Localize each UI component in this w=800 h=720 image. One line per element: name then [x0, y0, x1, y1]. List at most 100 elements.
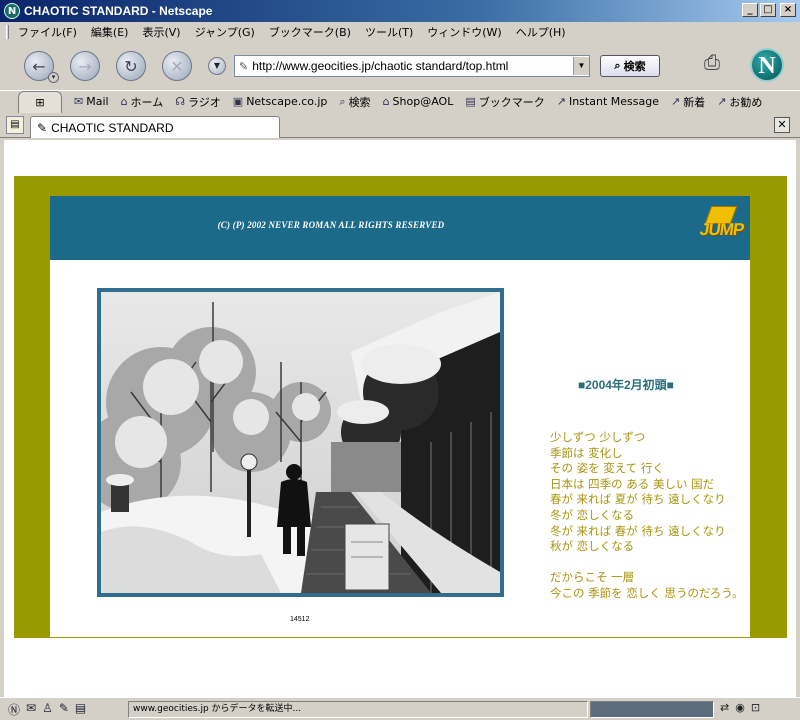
status-bar: Ⓝ ✉ ♙ ✎ ▤ www.geocities.jp からデータを転送中... …: [0, 697, 800, 720]
bookmark-icon: ▤: [465, 95, 476, 108]
search-button[interactable]: ⌕ 検索: [600, 55, 660, 77]
sidebar-toggle-icon[interactable]: ▤: [6, 116, 24, 134]
olive-frame: (C) (P) 2002 NEVER ROMAN ALL RIGHTS RESE…: [14, 176, 787, 638]
snow-scene-image: [101, 292, 500, 593]
jump-logo-text: JUMP: [698, 220, 745, 239]
poem-spacer: [550, 555, 744, 571]
toolbar-shop[interactable]: ⌂ Shop@AOL: [383, 95, 454, 108]
title-bar: N CHAOTIC STANDARD - Netscape _ □ ×: [0, 0, 800, 22]
toolbar-grip[interactable]: [6, 25, 9, 39]
search-icon: ⌕: [614, 59, 621, 72]
url-history-dropdown[interactable]: ▼: [208, 57, 226, 75]
poem-line: 春が 来れば 夏が 待ち 遠しくなり: [550, 492, 726, 507]
toolbar-home[interactable]: ⌂ ホーム: [121, 94, 164, 110]
bookmark-link-icon: ↗: [556, 95, 566, 108]
navigation-toolbar: ← ▾ → ↻ ✕ ▼ ✎ http://www.geocities.jp/ch…: [0, 42, 800, 90]
stop-button[interactable]: ✕: [162, 51, 192, 81]
radio-icon: ☊: [175, 95, 185, 108]
url-input[interactable]: ✎ http://www.geocities.jp/chaotic standa…: [234, 55, 590, 77]
copyright-text: (C) (P) 2002 NEVER ROMAN ALL RIGHTS RESE…: [217, 220, 445, 230]
forward-button[interactable]: →: [70, 51, 100, 81]
home-icon: ⌂: [120, 95, 128, 108]
composer-icon[interactable]: ✎: [59, 701, 69, 718]
poem-closing-line: 今この 季節を 恋しく 思うのだろう。: [550, 585, 744, 600]
toolbar-new[interactable]: ↗ 新着: [671, 94, 705, 110]
stop-icon: ✕: [170, 56, 184, 76]
progress-fill: [591, 702, 713, 717]
menu-file[interactable]: ファイル(F): [18, 24, 77, 40]
privacy-eye-icon[interactable]: ◉: [735, 701, 745, 714]
back-button[interactable]: ← ▾: [24, 51, 59, 83]
personal-toolbar: ⊞ ✉ Mail ⌂ ホーム ☊ ラジオ ▣ Netscape.co.jp ⌕ …: [0, 90, 800, 113]
maximize-button[interactable]: □: [760, 3, 776, 17]
poem-line: その 姿を 変えて 行く: [550, 461, 664, 476]
window-controls: _ □ ×: [742, 3, 796, 17]
status-text: www.geocities.jp からデータを転送中...: [128, 701, 588, 718]
tab-bar: ▤ ✎ CHAOTIC STANDARD ✕: [0, 112, 800, 138]
navigator-icon[interactable]: Ⓝ: [8, 701, 20, 718]
date-heading: ■2004年2月初頭■: [578, 378, 674, 392]
menu-go[interactable]: ジャンプ(G): [195, 24, 255, 40]
menu-bookmarks[interactable]: ブックマーク(B): [269, 24, 351, 40]
instant-messenger-icon[interactable]: ♙: [42, 701, 53, 718]
tab-toolbar-toggle[interactable]: ⊞: [18, 90, 62, 113]
poem-line: 日本は 四季の ある 美しい 国だ: [550, 476, 715, 491]
status-icons: ⇄ ◉ ⊡: [720, 701, 760, 714]
menu-window[interactable]: ウィンドウ(W): [427, 24, 501, 40]
bookmark-link-icon: ↗: [670, 95, 681, 108]
poem-line: 冬が 来れば 春が 待ち 遠しくなり: [550, 523, 726, 538]
page-icon: ✎: [37, 120, 48, 135]
poem-closing-line: だからこそ 一層: [550, 570, 635, 585]
poem-line: 季節は 変化し: [550, 445, 623, 460]
online-status-icon[interactable]: ⇄: [720, 701, 729, 714]
minimize-button[interactable]: _: [742, 3, 758, 17]
menu-view[interactable]: 表示(V): [142, 24, 180, 40]
mail-icon[interactable]: ✉: [26, 701, 36, 718]
page-viewport[interactable]: (C) (P) 2002 NEVER ROMAN ALL RIGHTS RESE…: [4, 140, 796, 697]
content-panel: (C) (P) 2002 NEVER ROMAN ALL RIGHTS RESE…: [50, 196, 750, 637]
toolbar-bookmarks[interactable]: ▤ ブックマーク: [465, 94, 544, 110]
access-counter: 14512: [290, 616, 310, 623]
menu-bar: ファイル(F) 編集(E) 表示(V) ジャンプ(G) ブックマーク(B) ツー…: [0, 22, 800, 42]
toolbar-search[interactable]: ⌕ 検索: [339, 94, 370, 110]
url-text[interactable]: http://www.geocities.jp/chaotic standard…: [252, 59, 573, 73]
address-book-icon[interactable]: ▤: [75, 701, 86, 718]
mynetscape-icon: ▣: [232, 95, 244, 108]
close-window-button[interactable]: ×: [780, 3, 796, 17]
toolbar-recommended[interactable]: ↗ お勧め: [717, 94, 762, 110]
print-icon[interactable]: ⎙: [698, 50, 726, 76]
jump-logo[interactable]: JUMP: [698, 206, 745, 250]
menu-help[interactable]: ヘルプ(H): [516, 24, 566, 40]
menu-tools[interactable]: ツール(T): [365, 24, 413, 40]
shop-icon: ⌂: [382, 95, 390, 108]
tab-label: CHAOTIC STANDARD: [51, 120, 174, 135]
close-tab-button[interactable]: ✕: [774, 117, 790, 133]
new-tab-icon: ⊞: [35, 95, 45, 109]
back-arrow-icon: ←: [32, 56, 46, 76]
toolbar-radio[interactable]: ☊ ラジオ: [175, 94, 221, 110]
menu-edit[interactable]: 編集(E): [91, 24, 129, 40]
page-proxy-icon[interactable]: ✎: [239, 60, 248, 73]
poem-line: 冬が 恋しくなる: [550, 507, 635, 522]
toolbar-mail[interactable]: ✉ Mail: [74, 95, 109, 108]
header-banner: (C) (P) 2002 NEVER ROMAN ALL RIGHTS RESE…: [50, 196, 750, 260]
poem-line: 秋が 恋しくなる: [550, 539, 635, 554]
poem-text: 少しずつ 少しずつ 季節は 変化し その 姿を 変えて 行く 日本は 四季の あ…: [550, 430, 744, 602]
progress-meter: [590, 701, 714, 718]
netscape-app-icon: N: [4, 3, 20, 19]
search-icon: ⌕: [339, 94, 346, 108]
snow-scene-photo: [97, 288, 504, 597]
toolbar-netscape-jp[interactable]: ▣ Netscape.co.jp: [233, 95, 328, 108]
reload-icon: ↻: [124, 56, 138, 76]
netscape-logo-icon[interactable]: N: [750, 48, 784, 82]
toolbar-instant-message[interactable]: ↗ Instant Message: [557, 95, 659, 108]
component-bar: Ⓝ ✉ ♙ ✎ ▤: [0, 701, 86, 718]
reload-button[interactable]: ↻: [116, 51, 146, 81]
window-title: CHAOTIC STANDARD - Netscape: [24, 4, 213, 18]
tab-chaotic-standard[interactable]: ✎ CHAOTIC STANDARD: [30, 116, 280, 138]
poem-line: 少しずつ 少しずつ: [550, 430, 646, 444]
bookmark-link-icon: ↗: [717, 95, 727, 108]
url-dropdown-button[interactable]: ▼: [573, 57, 589, 75]
back-dropdown-icon[interactable]: ▾: [48, 72, 59, 83]
security-lock-icon[interactable]: ⊡: [751, 701, 760, 714]
